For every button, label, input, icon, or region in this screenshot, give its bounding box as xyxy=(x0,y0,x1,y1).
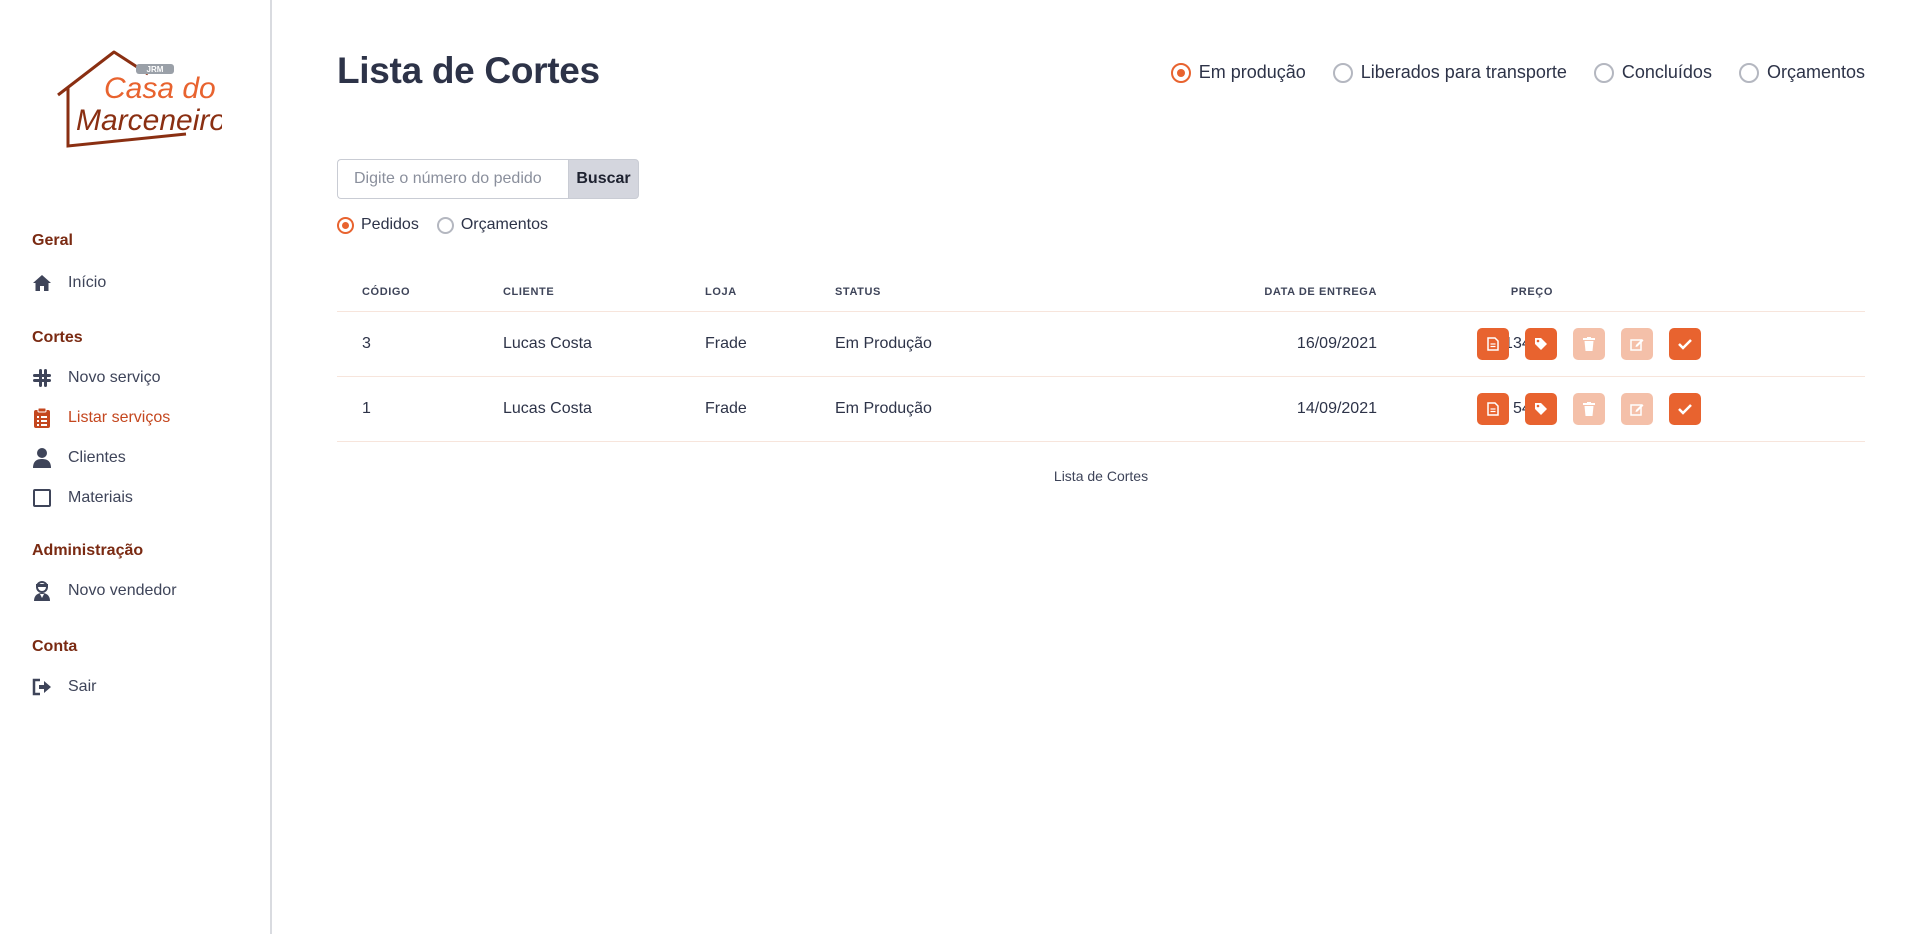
radio-unselected[interactable] xyxy=(1593,62,1614,83)
cell-codigo: 1 xyxy=(362,400,371,417)
nav-section-administracao: Administração xyxy=(32,542,144,559)
nav-section-conta: Conta xyxy=(32,638,78,655)
nav-section-cortes: Cortes xyxy=(32,329,83,346)
sidebar-item-label: Listar serviços xyxy=(68,409,171,426)
row-actions xyxy=(1477,328,1717,360)
trash-icon xyxy=(1583,337,1595,351)
radio-selected[interactable] xyxy=(1170,62,1191,83)
tag-icon xyxy=(1535,338,1547,350)
status-filter-group: Em produção Liberados para transporte Co… xyxy=(1144,62,1865,83)
nav-section-geral: Geral xyxy=(32,232,73,249)
cell-status: Em Produção xyxy=(835,335,932,352)
page-title: Lista de Cortes xyxy=(337,50,600,91)
user-tie-icon xyxy=(32,581,52,601)
sidebar-item-label: Clientes xyxy=(68,449,126,466)
cell-loja: Frade xyxy=(705,335,747,352)
sidebar: JRM Casa do Marceneiro Geral Início Cort… xyxy=(0,0,272,934)
header-codigo: CÓDIGO xyxy=(362,286,411,298)
radio-label: Pedidos xyxy=(361,216,419,233)
header-loja: LOJA xyxy=(705,286,737,298)
row-actions xyxy=(1477,393,1717,425)
square-icon xyxy=(32,488,52,508)
check-icon xyxy=(1678,339,1692,350)
header-preco: PREÇO xyxy=(1510,286,1553,298)
delete-button[interactable] xyxy=(1573,328,1605,360)
edit-button[interactable] xyxy=(1621,393,1653,425)
delete-button[interactable] xyxy=(1573,393,1605,425)
radio-label: Liberados para transporte xyxy=(1360,62,1567,82)
confirm-button[interactable] xyxy=(1669,328,1701,360)
home-icon xyxy=(32,273,52,293)
table-row: 3 Lucas Costa Frade Em Produção 16/09/20… xyxy=(337,312,1865,377)
file-icon xyxy=(1487,402,1499,416)
cell-data-entrega: 14/09/2021 xyxy=(1296,400,1377,417)
confirm-button[interactable] xyxy=(1669,393,1701,425)
cell-loja: Frade xyxy=(705,400,747,417)
sidebar-item-listar-servicos[interactable]: Listar serviços xyxy=(32,406,170,430)
edit-icon xyxy=(1630,404,1644,416)
header-status: STATUS xyxy=(835,286,881,298)
table-caption: Lista de Cortes xyxy=(1053,468,1149,484)
radio-unselected[interactable] xyxy=(436,216,454,234)
sidebar-item-novo-vendedor[interactable]: Novo vendedor xyxy=(32,579,177,603)
sidebar-item-materiais[interactable]: Materiais xyxy=(32,486,133,510)
status-filter-orcamentos[interactable]: Orçamentos xyxy=(1738,62,1865,83)
trash-icon xyxy=(1583,402,1595,416)
sign-out-icon xyxy=(32,677,52,697)
edit-icon xyxy=(1630,339,1644,351)
edit-button[interactable] xyxy=(1621,328,1653,360)
tag-button[interactable] xyxy=(1525,328,1557,360)
sidebar-item-label: Materiais xyxy=(68,489,133,506)
user-icon xyxy=(32,448,52,468)
brand-logo[interactable]: JRM Casa do Marceneiro xyxy=(56,50,226,150)
check-icon xyxy=(1678,404,1692,415)
main-content: Lista de Cortes Em produção Liberados pa… xyxy=(274,0,1918,934)
logo-line1: Casa do xyxy=(104,72,216,105)
sidebar-item-novo-servico[interactable]: Novo serviço xyxy=(32,366,160,390)
cell-data-entrega: 16/09/2021 xyxy=(1296,335,1377,352)
status-filter-em-producao[interactable]: Em produção xyxy=(1170,62,1306,83)
cell-cliente: Lucas Costa xyxy=(503,335,592,352)
sidebar-item-label: Novo serviço xyxy=(68,369,161,386)
radio-label: Orçamentos xyxy=(460,216,548,233)
table-row: 1 Lucas Costa Frade Em Produção 14/09/20… xyxy=(337,377,1865,442)
order-number-input[interactable] xyxy=(337,159,568,199)
sidebar-item-label: Novo vendedor xyxy=(68,582,177,599)
view-document-button[interactable] xyxy=(1477,328,1509,360)
search-bar: Buscar xyxy=(337,159,639,199)
tag-button[interactable] xyxy=(1525,393,1557,425)
status-filter-liberados[interactable]: Liberados para transporte xyxy=(1332,62,1567,83)
search-button[interactable]: Buscar xyxy=(568,159,639,199)
file-icon xyxy=(1487,337,1499,351)
radio-label: Concluídos xyxy=(1621,62,1712,82)
type-filter-group: Pedidos Orçamentos xyxy=(337,216,566,234)
radio-label: Orçamentos xyxy=(1766,62,1865,82)
slack-icon xyxy=(32,368,52,388)
sidebar-item-inicio[interactable]: Início xyxy=(32,271,106,295)
radio-label: Em produção xyxy=(1198,62,1306,82)
type-filter-pedidos[interactable]: Pedidos xyxy=(337,216,419,234)
radio-unselected[interactable] xyxy=(1332,62,1353,83)
sidebar-item-clientes[interactable]: Clientes xyxy=(32,446,126,470)
clipboard-icon xyxy=(32,408,52,428)
cell-cliente: Lucas Costa xyxy=(503,400,592,417)
tag-icon xyxy=(1535,403,1547,415)
cell-codigo: 3 xyxy=(362,335,371,352)
sidebar-item-sair[interactable]: Sair xyxy=(32,675,96,699)
radio-unselected[interactable] xyxy=(1738,62,1759,83)
view-document-button[interactable] xyxy=(1477,393,1509,425)
cell-status: Em Produção xyxy=(835,400,932,417)
status-filter-concluidos[interactable]: Concluídos xyxy=(1593,62,1712,83)
type-filter-orcamentos[interactable]: Orçamentos xyxy=(436,216,548,234)
sidebar-item-label: Sair xyxy=(68,678,97,695)
orders-table: CÓDIGO CLIENTE LOJA STATUS DATA DE ENTRE… xyxy=(337,276,1865,442)
radio-selected[interactable] xyxy=(337,216,354,234)
logo-line2: Marceneiro xyxy=(76,104,222,137)
table-header: CÓDIGO CLIENTE LOJA STATUS DATA DE ENTRE… xyxy=(337,276,1865,312)
header-cliente: CLIENTE xyxy=(503,286,555,298)
sidebar-item-label: Início xyxy=(68,274,107,291)
header-data-entrega: DATA DE ENTREGA xyxy=(1264,286,1377,298)
